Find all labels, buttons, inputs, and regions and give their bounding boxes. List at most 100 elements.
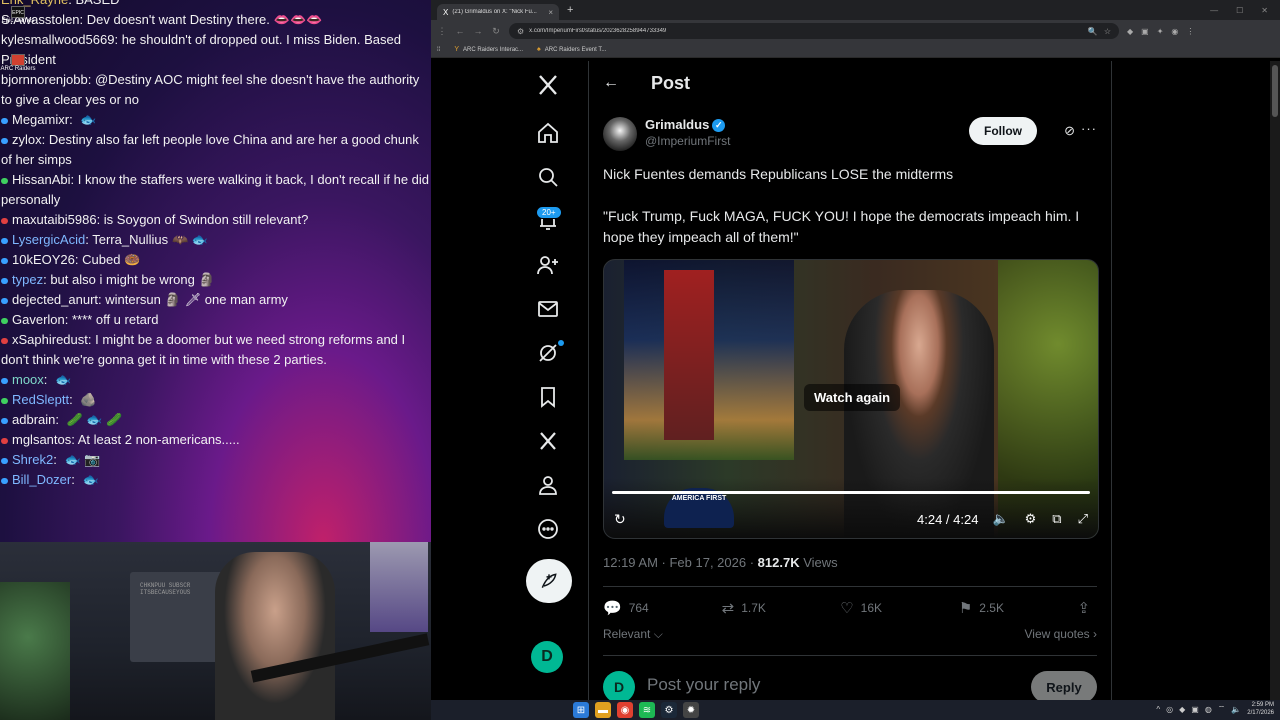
share-action[interactable]: ⇪: [1077, 599, 1097, 617]
profile-icon[interactable]: [526, 463, 570, 507]
chat-username[interactable]: RedSleptt: [12, 392, 69, 407]
bookmark-arc-raiders-event[interactable]: ♠ ARC Raiders Event T...: [537, 46, 606, 53]
settings-app-icon[interactable]: ✹: [683, 702, 699, 718]
chat-username[interactable]: xSaphiredust: [12, 332, 88, 347]
grok-explain-icon[interactable]: ⊘: [1064, 123, 1075, 139]
extensions-puzzle-icon[interactable]: ✦: [1157, 27, 1164, 36]
network-icon[interactable]: ⌔: [1218, 704, 1226, 714]
chat-username[interactable]: maxutaibi5986: [12, 212, 97, 227]
bookmark-arc-raiders-interactive[interactable]: Y ARC Raiders Interac...: [454, 46, 523, 53]
reply-action[interactable]: 💬 764: [603, 599, 722, 617]
premium-x-icon[interactable]: [526, 419, 570, 463]
bookmark-star-icon[interactable]: ☆: [1104, 27, 1111, 36]
system-clock[interactable]: 2:59 PM 2/17/2026: [1247, 701, 1274, 717]
apps-grid-icon[interactable]: ⋮: [437, 26, 447, 37]
spotify-icon[interactable]: ≋: [639, 702, 655, 718]
x-logo-icon[interactable]: [526, 63, 570, 107]
url-input[interactable]: [529, 28, 1082, 34]
chat-username[interactable]: adbrain: [12, 412, 55, 427]
follow-button[interactable]: Follow: [969, 117, 1037, 145]
close-tab-icon[interactable]: ×: [548, 8, 553, 17]
settings-gear-icon[interactable]: ⚙: [1025, 511, 1037, 527]
reload-icon[interactable]: ↻: [491, 26, 501, 37]
scrollbar-thumb[interactable]: [1272, 65, 1278, 117]
explore-icon[interactable]: [526, 155, 570, 199]
home-icon[interactable]: [526, 111, 570, 155]
view-quotes-link[interactable]: View quotes ›: [1025, 627, 1098, 643]
chat-username[interactable]: 10kEOY26: [12, 252, 75, 267]
replay-icon[interactable]: ↻: [614, 511, 626, 528]
zoom-icon[interactable]: 🔍: [1088, 27, 1098, 36]
bookmark-action[interactable]: ⚑ 2.5K: [959, 599, 1078, 617]
chat-username[interactable]: HissanAbi: [12, 172, 71, 187]
chat-username[interactable]: mglsantos: [12, 432, 71, 447]
repost-action[interactable]: ⇄ 1.7K: [722, 599, 841, 617]
chat-username[interactable]: zylox: [12, 132, 42, 147]
tray-chevron-icon[interactable]: ^: [1156, 705, 1160, 714]
chat-username[interactable]: Megamixr: [12, 112, 69, 127]
author-avatar[interactable]: [603, 117, 637, 151]
messages-icon[interactable]: [526, 287, 570, 331]
chat-username[interactable]: Gaverlon: [12, 312, 65, 327]
volume-icon[interactable]: 🔈: [992, 511, 1008, 527]
forward-nav-icon[interactable]: →: [473, 26, 483, 36]
chat-username[interactable]: Bill_Dozer: [12, 472, 71, 487]
maximize-icon[interactable]: ☐: [1236, 6, 1243, 15]
chrome-icon[interactable]: ◉: [617, 702, 633, 718]
tray-app-icon[interactable]: ◎: [1166, 705, 1173, 714]
reply-input[interactable]: [647, 675, 947, 695]
chat-emote-icon: 🍩: [124, 252, 141, 267]
tray-app-icon[interactable]: ◍: [1205, 705, 1212, 714]
browser-menu-icon[interactable]: ⋮: [1186, 27, 1194, 36]
back-arrow-icon[interactable]: ←: [603, 74, 623, 92]
bookmarks-icon[interactable]: [526, 375, 570, 419]
chat-text: is Soygon of Swindon still relevant?: [103, 212, 309, 227]
tab-x-post[interactable]: X (21) Grimaldus on X: "Nick Fu... ×: [437, 4, 559, 20]
page-scrollbar[interactable]: [1270, 61, 1280, 700]
apps-shortcut-icon[interactable]: ⁞⁞: [437, 47, 440, 53]
sort-relevant-dropdown[interactable]: Relevant ⌵: [603, 627, 663, 643]
tray-app-icon[interactable]: ▣: [1191, 705, 1199, 714]
chat-message: LysergicAcid: Terra_Nullius 🦇 🐟: [0, 230, 431, 250]
back-nav-icon[interactable]: ←: [455, 26, 465, 36]
file-explorer-icon[interactable]: ▬: [595, 702, 611, 718]
account-switcher-avatar[interactable]: D: [531, 641, 563, 673]
volume-tray-icon[interactable]: 🔈: [1231, 705, 1241, 714]
arc-raiders-desktop-icon[interactable]: ARC Raiders: [0, 54, 36, 72]
pip-icon[interactable]: ⧉: [1052, 511, 1061, 527]
more-options-icon[interactable]: ···: [1081, 121, 1097, 136]
fullscreen-icon[interactable]: ⤢: [1078, 511, 1088, 527]
author-handle[interactable]: @ImperiumFirst: [645, 134, 731, 148]
profile-avatar-icon[interactable]: ◉: [1171, 27, 1178, 36]
steam-icon[interactable]: ⚙: [661, 702, 677, 718]
new-tab-button[interactable]: +: [567, 4, 573, 16]
video-controls: ↻ 4:24 / 4:24 🔈 ⚙ ⧉ ⤢: [604, 506, 1098, 532]
address-bar[interactable]: ⚙ 🔍 ☆: [509, 23, 1119, 39]
video-player[interactable]: AMERICA FIRST Watch again ↻ 4:24 / 4:24 …: [603, 259, 1099, 539]
author-name[interactable]: Grimaldus ✓: [645, 117, 726, 133]
reply-button[interactable]: Reply: [1031, 671, 1097, 700]
video-progress-bar[interactable]: [612, 491, 1090, 494]
follow-icon[interactable]: [526, 243, 570, 287]
compose-post-button[interactable]: [526, 559, 572, 603]
chat-username[interactable]: dejected_anurt: [12, 292, 98, 307]
epic-games-desktop-icon[interactable]: EPIC Epic Games: [0, 6, 36, 24]
chat-username[interactable]: moox: [12, 372, 44, 387]
chat-message: Shrek2: 🐟 📷: [0, 450, 431, 470]
grok-icon[interactable]: [526, 331, 570, 375]
start-icon[interactable]: ⊞: [573, 702, 589, 718]
stream-chat-pane: Erik_Rayne: BASEDS.Awasstolen: Dev doesn…: [0, 0, 431, 542]
site-info-icon[interactable]: ⚙: [517, 27, 524, 36]
chat-username[interactable]: Shrek2: [12, 452, 53, 467]
extension-icon-1[interactable]: ◆: [1127, 27, 1133, 36]
chat-username[interactable]: LysergicAcid: [12, 232, 85, 247]
like-action[interactable]: ♡ 16K: [840, 599, 959, 617]
extension-icon-2[interactable]: ▣: [1141, 27, 1149, 36]
chat-emote-icon: 🗿 🗡 one man army: [164, 292, 288, 307]
chat-username[interactable]: typez: [12, 272, 43, 287]
watch-again-button[interactable]: Watch again: [804, 384, 901, 411]
minimize-icon[interactable]: —: [1210, 6, 1218, 15]
tray-app-icon[interactable]: ◆: [1179, 705, 1185, 714]
close-window-icon[interactable]: ✕: [1261, 6, 1268, 15]
more-icon[interactable]: [526, 507, 570, 551]
